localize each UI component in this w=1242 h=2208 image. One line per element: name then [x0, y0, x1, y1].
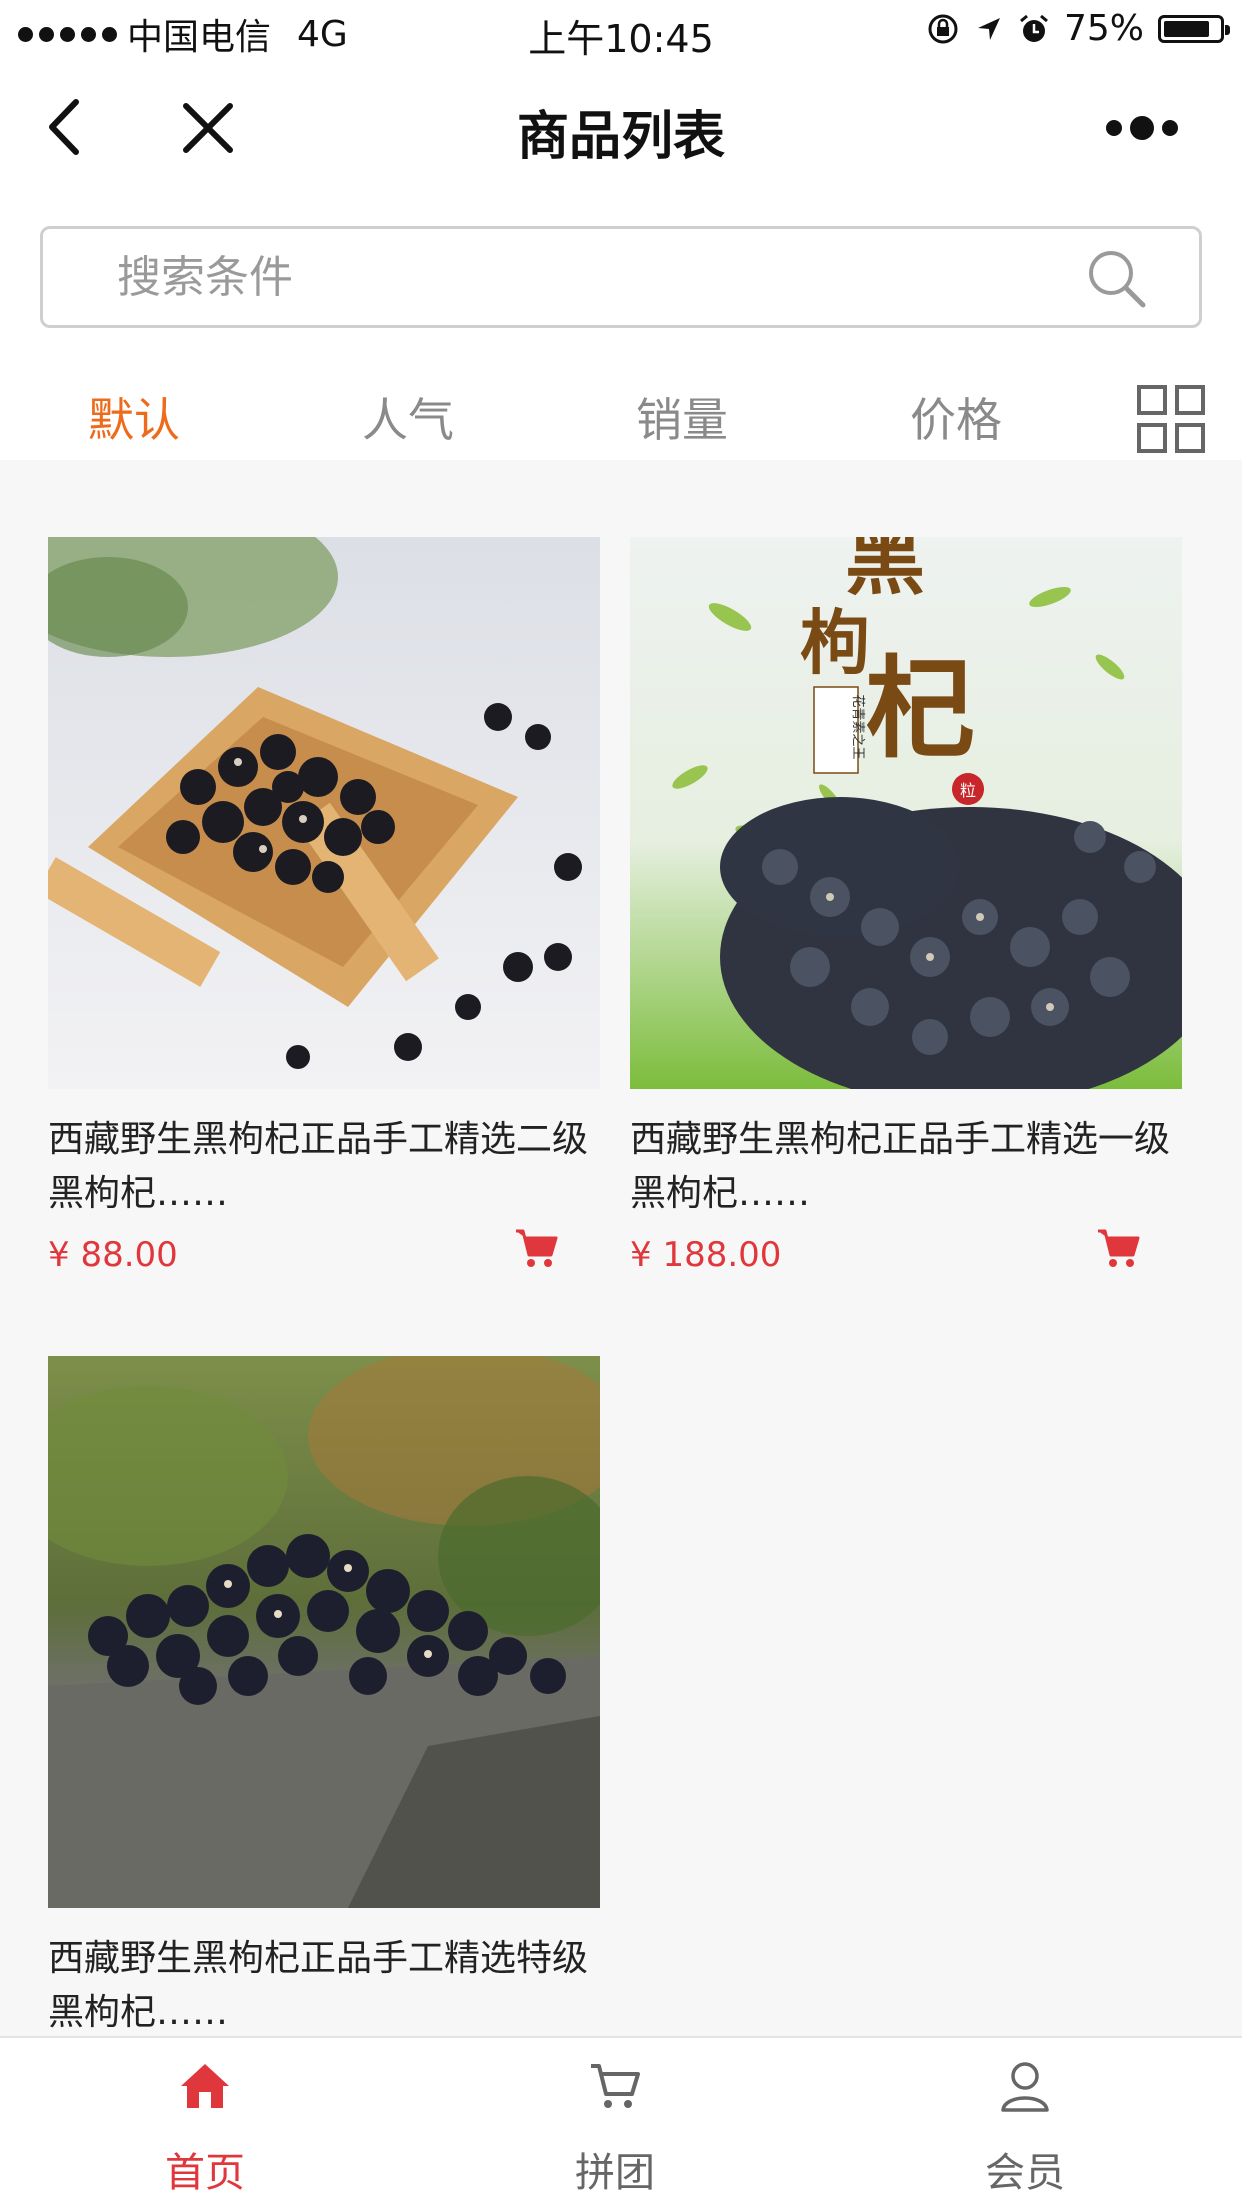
app: 中国电信 4G 上午10:45 75% 商品列表 搜索条件 默认 人气 销量 价…	[0, 0, 1242, 2208]
product-price: ¥ 88.00	[48, 1235, 178, 1275]
image-title-char: 杞	[865, 644, 975, 773]
status-bar: 中国电信 4G 上午10:45 75%	[0, 0, 1242, 62]
image-title-char: 黑	[845, 537, 925, 606]
nav-bar: 商品列表	[0, 62, 1242, 192]
search-input[interactable]	[115, 250, 1019, 304]
tab-group-buy[interactable]: 拼团	[515, 2058, 715, 2198]
page-title: 商品列表	[516, 107, 725, 167]
user-icon	[1001, 2062, 1049, 2112]
product-name[interactable]: 西藏野生黑枸杞正品手工精选二级黑枸杞……	[48, 1113, 600, 1221]
image-title-char: 枸	[800, 601, 870, 684]
product-card[interactable]: 西藏野生黑枸杞正品手工精选特级黑枸杞……	[48, 1356, 600, 2040]
search-icon[interactable]	[1083, 245, 1149, 311]
image-badge-text: 花青素之王	[850, 694, 866, 759]
search-section	[0, 192, 1242, 342]
battery-icon	[1158, 14, 1230, 43]
tab-member-label: 会员	[985, 2150, 1065, 2196]
product-card[interactable]: 西藏野生黑枸杞正品手工精选二级黑枸杞…… ¥ 88.00	[48, 537, 600, 1275]
location-arrow-icon	[977, 17, 1000, 40]
more-icon[interactable]	[1106, 114, 1190, 142]
tab-sales[interactable]: 销量	[636, 384, 728, 450]
add-to-cart-icon[interactable]	[514, 1225, 560, 1271]
product-image[interactable]	[48, 537, 600, 1089]
product-name[interactable]: 西藏野生黑枸杞正品手工精选一级黑枸杞……	[630, 1113, 1182, 1221]
tab-home[interactable]: 首页	[105, 2058, 305, 2198]
sort-tabs: 默认 人气 销量 价格	[0, 342, 1242, 460]
tab-home-label: 首页	[165, 2150, 245, 2196]
add-to-cart-icon[interactable]	[1096, 1225, 1142, 1271]
product-price: ¥ 188.00	[630, 1235, 782, 1275]
image-seal-text: 粒	[960, 781, 976, 800]
battery-percent: 75%	[1063, 8, 1144, 49]
alarm-icon	[1020, 14, 1048, 42]
product-card[interactable]: 黑 枸 杞 花青素之王 粒 西藏野生黑枸杞正品手工精选一级黑枸杞…… ¥ 188…	[630, 537, 1182, 1275]
product-name[interactable]: 西藏野生黑枸杞正品手工精选特级黑枸杞……	[48, 1932, 600, 2040]
tab-member[interactable]: 会员	[925, 2058, 1125, 2198]
rotation-lock-icon	[928, 14, 958, 43]
grid-view-icon[interactable]	[1136, 384, 1206, 454]
tab-popularity[interactable]: 人气	[362, 384, 454, 450]
status-right: 75%	[926, 8, 1230, 49]
tab-price[interactable]: 价格	[910, 384, 1002, 450]
cart-icon	[591, 2064, 640, 2108]
tab-group-buy-label: 拼团	[575, 2150, 655, 2196]
home-icon	[181, 2064, 229, 2108]
product-image[interactable]: 黑 枸 杞 花青素之王 粒	[630, 537, 1182, 1089]
tab-default[interactable]: 默认	[88, 384, 180, 450]
product-image[interactable]	[48, 1356, 600, 1908]
bottom-tab-bar: 首页 拼团 会员	[0, 2036, 1242, 2208]
search-box	[40, 226, 1202, 328]
